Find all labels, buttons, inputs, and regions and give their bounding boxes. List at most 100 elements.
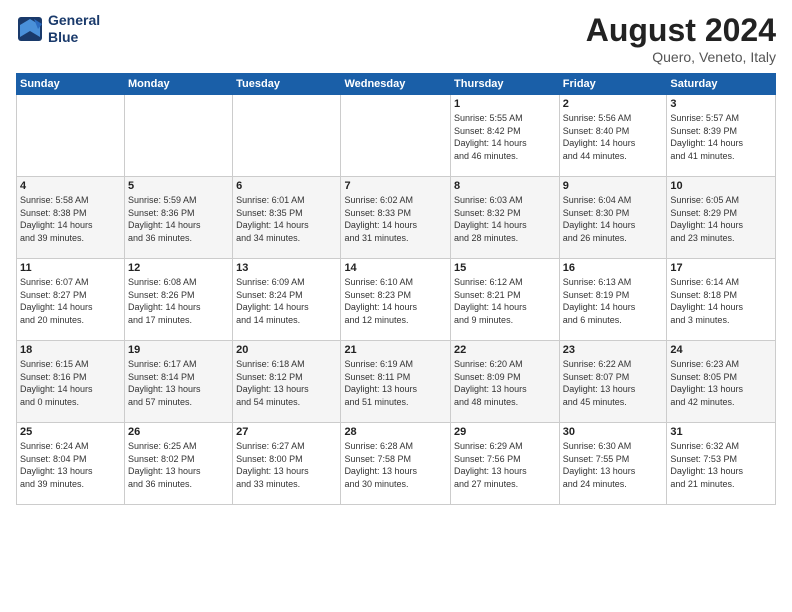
header: General Blue August 2024 Quero, Veneto, … <box>16 12 776 65</box>
logo-text: General Blue <box>48 12 100 46</box>
table-row: 27 Sunrise: 6:27 AM Sunset: 8:00 PM Dayli… <box>233 423 341 505</box>
day-number: 28 <box>344 426 447 438</box>
day-info: Sunrise: 6:19 AM Sunset: 8:11 PM Dayligh… <box>344 358 447 408</box>
day-number: 7 <box>344 180 447 192</box>
table-row: 28 Sunrise: 6:28 AM Sunset: 7:58 PM Dayli… <box>341 423 451 505</box>
day-info: Sunrise: 6:05 AM Sunset: 8:29 PM Dayligh… <box>670 194 772 244</box>
table-row: 12Sunrise: 6:08 AM Sunset: 8:26 PM Dayli… <box>125 259 233 341</box>
table-row: 7 Sunrise: 6:02 AM Sunset: 8:33 PM Daylig… <box>341 177 451 259</box>
table-row: 21 Sunrise: 6:19 AM Sunset: 8:11 PM Dayli… <box>341 341 451 423</box>
day-info: Sunrise: 6:15 AM Sunset: 8:16 PM Dayligh… <box>20 358 121 408</box>
table-row: 13 Sunrise: 6:09 AM Sunset: 8:24 PM Dayli… <box>233 259 341 341</box>
table-row <box>341 95 451 177</box>
header-wednesday: Wednesday <box>341 74 451 95</box>
table-row <box>17 95 125 177</box>
day-number: 4 <box>20 180 121 192</box>
location-title: Quero, Veneto, Italy <box>586 49 776 65</box>
calendar-header-row: Sunday Monday Tuesday Wednesday Thursday… <box>17 74 776 95</box>
day-info: Sunrise: 6:30 AM Sunset: 7:55 PM Dayligh… <box>563 440 664 490</box>
day-info: Sunrise: 6:32 AM Sunset: 7:53 PM Dayligh… <box>670 440 772 490</box>
day-number: 6 <box>236 180 337 192</box>
calendar-week-0: 1 Sunrise: 5:55 AM Sunset: 8:42 PM Daylig… <box>17 95 776 177</box>
table-row: 26 Sunrise: 6:25 AM Sunset: 8:02 PM Dayli… <box>125 423 233 505</box>
day-info: Sunrise: 6:07 AM Sunset: 8:27 PM Dayligh… <box>20 276 121 326</box>
table-row: 30 Sunrise: 6:30 AM Sunset: 7:55 PM Dayli… <box>559 423 667 505</box>
table-row: 15 Sunrise: 6:12 AM Sunset: 8:21 PM Dayli… <box>451 259 560 341</box>
logo-icon <box>16 15 44 43</box>
day-number: 21 <box>344 344 447 356</box>
calendar-week-4: 25Sunrise: 6:24 AM Sunset: 8:04 PM Dayli… <box>17 423 776 505</box>
table-row: 17Sunrise: 6:14 AM Sunset: 8:18 PM Dayli… <box>667 259 776 341</box>
table-row: 6 Sunrise: 6:01 AM Sunset: 8:35 PM Daylig… <box>233 177 341 259</box>
day-number: 10 <box>670 180 772 192</box>
table-row: 18 Sunrise: 6:15 AM Sunset: 8:16 PM Dayli… <box>17 341 125 423</box>
day-info: Sunrise: 6:18 AM Sunset: 8:12 PM Dayligh… <box>236 358 337 408</box>
table-row: 5 Sunrise: 5:59 AM Sunset: 8:36 PM Daylig… <box>125 177 233 259</box>
day-number: 13 <box>236 262 337 274</box>
day-info: Sunrise: 6:03 AM Sunset: 8:32 PM Dayligh… <box>454 194 556 244</box>
header-tuesday: Tuesday <box>233 74 341 95</box>
table-row: 2Sunrise: 5:56 AM Sunset: 8:40 PM Daylig… <box>559 95 667 177</box>
table-row: 19 Sunrise: 6:17 AM Sunset: 8:14 PM Dayli… <box>125 341 233 423</box>
day-number: 22 <box>454 344 556 356</box>
day-number: 14 <box>344 262 447 274</box>
calendar-week-3: 18 Sunrise: 6:15 AM Sunset: 8:16 PM Dayli… <box>17 341 776 423</box>
header-friday: Friday <box>559 74 667 95</box>
table-row: 31 Sunrise: 6:32 AM Sunset: 7:53 PM Dayli… <box>667 423 776 505</box>
day-info: Sunrise: 6:04 AM Sunset: 8:30 PM Dayligh… <box>563 194 664 244</box>
table-row: 3 Sunrise: 5:57 AM Sunset: 8:39 PM Daylig… <box>667 95 776 177</box>
table-row <box>125 95 233 177</box>
table-row: 25Sunrise: 6:24 AM Sunset: 8:04 PM Dayli… <box>17 423 125 505</box>
day-number: 11 <box>20 262 121 274</box>
day-info: Sunrise: 5:59 AM Sunset: 8:36 PM Dayligh… <box>128 194 229 244</box>
day-info: Sunrise: 6:13 AM Sunset: 8:19 PM Dayligh… <box>563 276 664 326</box>
day-number: 29 <box>454 426 556 438</box>
day-number: 19 <box>128 344 229 356</box>
day-number: 1 <box>454 98 556 110</box>
day-info: Sunrise: 6:23 AM Sunset: 8:05 PM Dayligh… <box>670 358 772 408</box>
day-info: Sunrise: 6:14 AM Sunset: 8:18 PM Dayligh… <box>670 276 772 326</box>
table-row <box>233 95 341 177</box>
table-row: 23 Sunrise: 6:22 AM Sunset: 8:07 PM Dayli… <box>559 341 667 423</box>
day-info: Sunrise: 6:20 AM Sunset: 8:09 PM Dayligh… <box>454 358 556 408</box>
table-row: 29Sunrise: 6:29 AM Sunset: 7:56 PM Dayli… <box>451 423 560 505</box>
day-info: Sunrise: 5:57 AM Sunset: 8:39 PM Dayligh… <box>670 112 772 162</box>
day-info: Sunrise: 5:56 AM Sunset: 8:40 PM Dayligh… <box>563 112 664 162</box>
day-info: Sunrise: 6:28 AM Sunset: 7:58 PM Dayligh… <box>344 440 447 490</box>
day-info: Sunrise: 6:12 AM Sunset: 8:21 PM Dayligh… <box>454 276 556 326</box>
calendar: Sunday Monday Tuesday Wednesday Thursday… <box>16 73 776 505</box>
day-number: 26 <box>128 426 229 438</box>
day-number: 27 <box>236 426 337 438</box>
day-number: 30 <box>563 426 664 438</box>
header-sunday: Sunday <box>17 74 125 95</box>
day-number: 3 <box>670 98 772 110</box>
day-number: 9 <box>563 180 664 192</box>
title-section: August 2024 Quero, Veneto, Italy <box>586 12 776 65</box>
day-info: Sunrise: 6:09 AM Sunset: 8:24 PM Dayligh… <box>236 276 337 326</box>
day-number: 23 <box>563 344 664 356</box>
day-number: 15 <box>454 262 556 274</box>
day-number: 24 <box>670 344 772 356</box>
day-number: 5 <box>128 180 229 192</box>
month-title: August 2024 <box>586 12 776 49</box>
table-row: 24 Sunrise: 6:23 AM Sunset: 8:05 PM Dayli… <box>667 341 776 423</box>
header-thursday: Thursday <box>451 74 560 95</box>
day-info: Sunrise: 6:01 AM Sunset: 8:35 PM Dayligh… <box>236 194 337 244</box>
day-info: Sunrise: 6:17 AM Sunset: 8:14 PM Dayligh… <box>128 358 229 408</box>
day-info: Sunrise: 6:25 AM Sunset: 8:02 PM Dayligh… <box>128 440 229 490</box>
day-number: 31 <box>670 426 772 438</box>
day-info: Sunrise: 5:55 AM Sunset: 8:42 PM Dayligh… <box>454 112 556 162</box>
day-info: Sunrise: 5:58 AM Sunset: 8:38 PM Dayligh… <box>20 194 121 244</box>
day-info: Sunrise: 6:02 AM Sunset: 8:33 PM Dayligh… <box>344 194 447 244</box>
table-row: 9 Sunrise: 6:04 AM Sunset: 8:30 PM Daylig… <box>559 177 667 259</box>
day-number: 18 <box>20 344 121 356</box>
day-number: 12 <box>128 262 229 274</box>
day-info: Sunrise: 6:27 AM Sunset: 8:00 PM Dayligh… <box>236 440 337 490</box>
table-row: 22 Sunrise: 6:20 AM Sunset: 8:09 PM Dayli… <box>451 341 560 423</box>
day-info: Sunrise: 6:22 AM Sunset: 8:07 PM Dayligh… <box>563 358 664 408</box>
header-monday: Monday <box>125 74 233 95</box>
logo: General Blue <box>16 12 100 46</box>
table-row: 4 Sunrise: 5:58 AM Sunset: 8:38 PM Daylig… <box>17 177 125 259</box>
table-row: 1 Sunrise: 5:55 AM Sunset: 8:42 PM Daylig… <box>451 95 560 177</box>
day-number: 16 <box>563 262 664 274</box>
